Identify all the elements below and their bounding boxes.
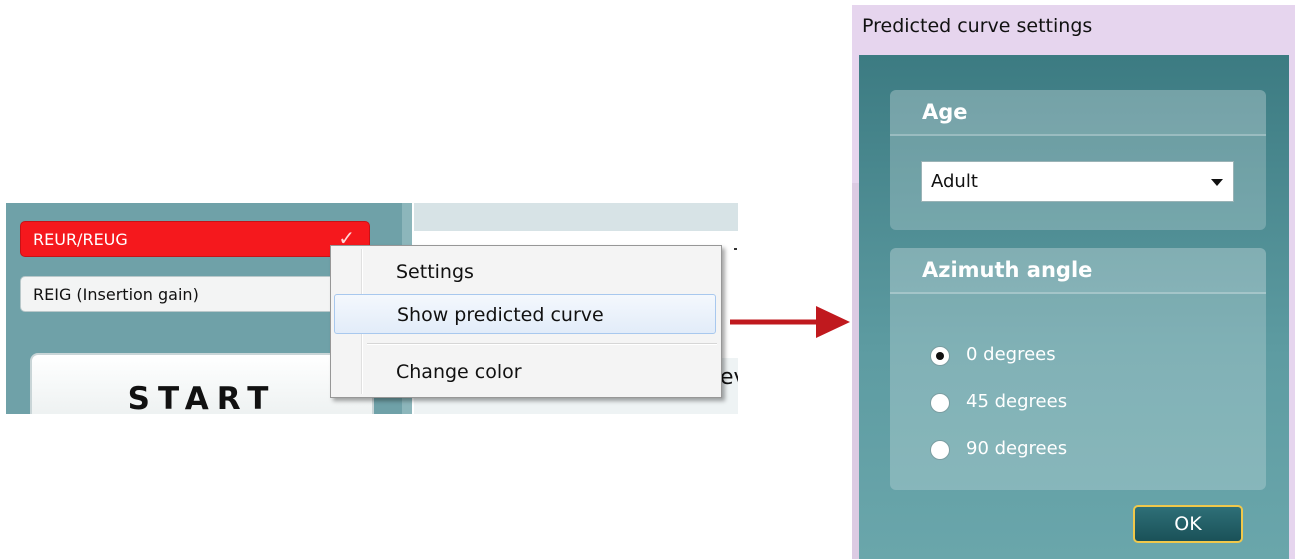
ok-button[interactable]: OK: [1133, 505, 1243, 543]
dialog-title: Predicted curve settings: [862, 15, 1093, 37]
age-select-value: Adult: [931, 171, 978, 192]
azimuth-group: Azimuth angle 0 degrees 45 degrees 90 de…: [890, 248, 1266, 490]
menu-item-label: Change color: [396, 361, 522, 383]
measurement-row-label: REIG (Insertion gain): [33, 285, 199, 304]
age-group: Age Adult: [890, 90, 1266, 230]
radio-button-icon[interactable]: [930, 440, 950, 460]
dialog-body: Age Adult Azimuth angle 0 degrees 45 deg…: [859, 55, 1289, 559]
menu-item-label: Show predicted curve: [397, 304, 604, 326]
measurement-row-reig[interactable]: REIG (Insertion gain): [20, 276, 370, 313]
radio-label: 0 degrees: [966, 344, 1056, 365]
right-arrow-icon: [730, 306, 850, 338]
radio-button-icon[interactable]: [930, 393, 950, 413]
chevron-down-icon: [1211, 179, 1223, 186]
age-select[interactable]: Adult: [921, 161, 1234, 202]
radio-label: 90 degrees: [966, 438, 1068, 459]
menu-separator: [367, 343, 717, 345]
radio-label: 45 degrees: [966, 391, 1068, 412]
predicted-curve-settings-dialog: Predicted curve settings Age Adult Azimu…: [852, 5, 1295, 559]
measurement-row-reur-reug[interactable]: REUR/REUG ✓: [20, 221, 370, 257]
azimuth-group-title: Azimuth angle: [922, 258, 1093, 282]
measurement-row-label: REUR/REUG: [33, 230, 128, 249]
age-group-title: Age: [922, 100, 968, 124]
menu-item-show-predicted-curve[interactable]: Show predicted curve: [334, 294, 716, 334]
graph-header-strip: [414, 203, 738, 231]
context-menu: Settings Show predicted curve Change col…: [330, 245, 722, 398]
dialog-border: [852, 183, 859, 559]
truncated-text: ev: [720, 365, 738, 390]
menu-item-settings[interactable]: Settings: [334, 252, 716, 292]
radio-button-icon[interactable]: [930, 346, 950, 366]
menu-item-label: Settings: [396, 261, 474, 283]
start-button[interactable]: START: [30, 353, 374, 414]
menu-item-change-color[interactable]: Change color: [334, 352, 716, 392]
tick-mark: [734, 248, 737, 250]
start-button-label: START: [127, 381, 277, 414]
